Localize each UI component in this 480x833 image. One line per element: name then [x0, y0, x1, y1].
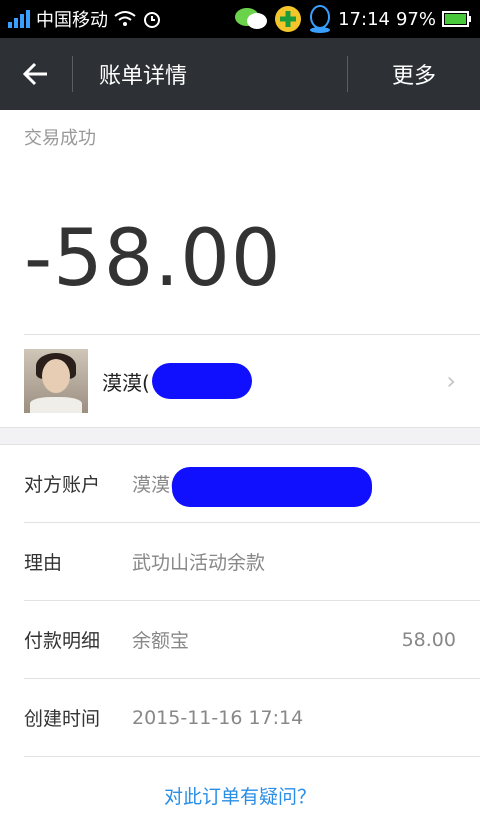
details-list: 对方账户 漠漠( 理由 武功山活动余款 付款明细 余额宝 58.00 创建时间 … [0, 445, 480, 833]
redaction-mark [172, 467, 372, 507]
transaction-summary: 交易成功 -58.00 漠漠( › [0, 110, 480, 427]
detail-label: 理由 [24, 552, 63, 574]
detail-row-created: 创建时间 2015-11-16 17:14 [0, 679, 480, 756]
detail-row-reason: 理由 武功山活动余款 [0, 523, 480, 600]
detail-extra: 58.00 [401, 628, 456, 651]
transaction-amount: -58.00 [24, 214, 282, 304]
counterparty-name: 漠漠( [102, 370, 150, 395]
app-bar: 账单详情 更多 [0, 38, 480, 110]
security-plus-icon [275, 6, 302, 32]
avatar [24, 349, 88, 413]
wechat-icon [235, 8, 268, 29]
wifi-icon [114, 11, 136, 26]
clock-time: 17:14 [338, 8, 390, 30]
arrow-left-icon [23, 62, 47, 86]
detail-row-payment: 付款明细 余额宝 58.00 [0, 601, 480, 678]
battery-percent: 97% [395, 8, 436, 30]
counterparty-row[interactable]: 漠漠( › [0, 335, 480, 427]
section-gap [0, 427, 480, 445]
alarm-icon [144, 12, 160, 28]
detail-value: 余额宝 [132, 630, 190, 652]
redaction-mark [152, 363, 252, 399]
battery-icon [442, 11, 471, 27]
transaction-status: 交易成功 [24, 128, 96, 149]
qq-icon [310, 5, 331, 33]
chevron-right-icon: › [446, 367, 456, 395]
detail-value: 2015-11-16 17:14 [132, 706, 304, 729]
detail-value: 武功山活动余款 [132, 552, 266, 574]
back-button[interactable] [0, 38, 72, 110]
detail-label: 对方账户 [24, 474, 101, 496]
page-title: 账单详情 [99, 64, 188, 89]
status-bar: 中国移动 17:14 97% [0, 0, 480, 38]
detail-row-account: 对方账户 漠漠( [0, 445, 480, 522]
more-button[interactable]: 更多 [348, 58, 480, 90]
detail-label: 付款明细 [24, 630, 101, 652]
signal-icon [8, 10, 30, 28]
detail-value: 漠漠( [132, 474, 178, 496]
dispute-link[interactable]: 对此订单有疑问？ [0, 757, 480, 833]
carrier-label: 中国移动 [36, 10, 108, 31]
detail-label: 创建时间 [24, 708, 101, 730]
